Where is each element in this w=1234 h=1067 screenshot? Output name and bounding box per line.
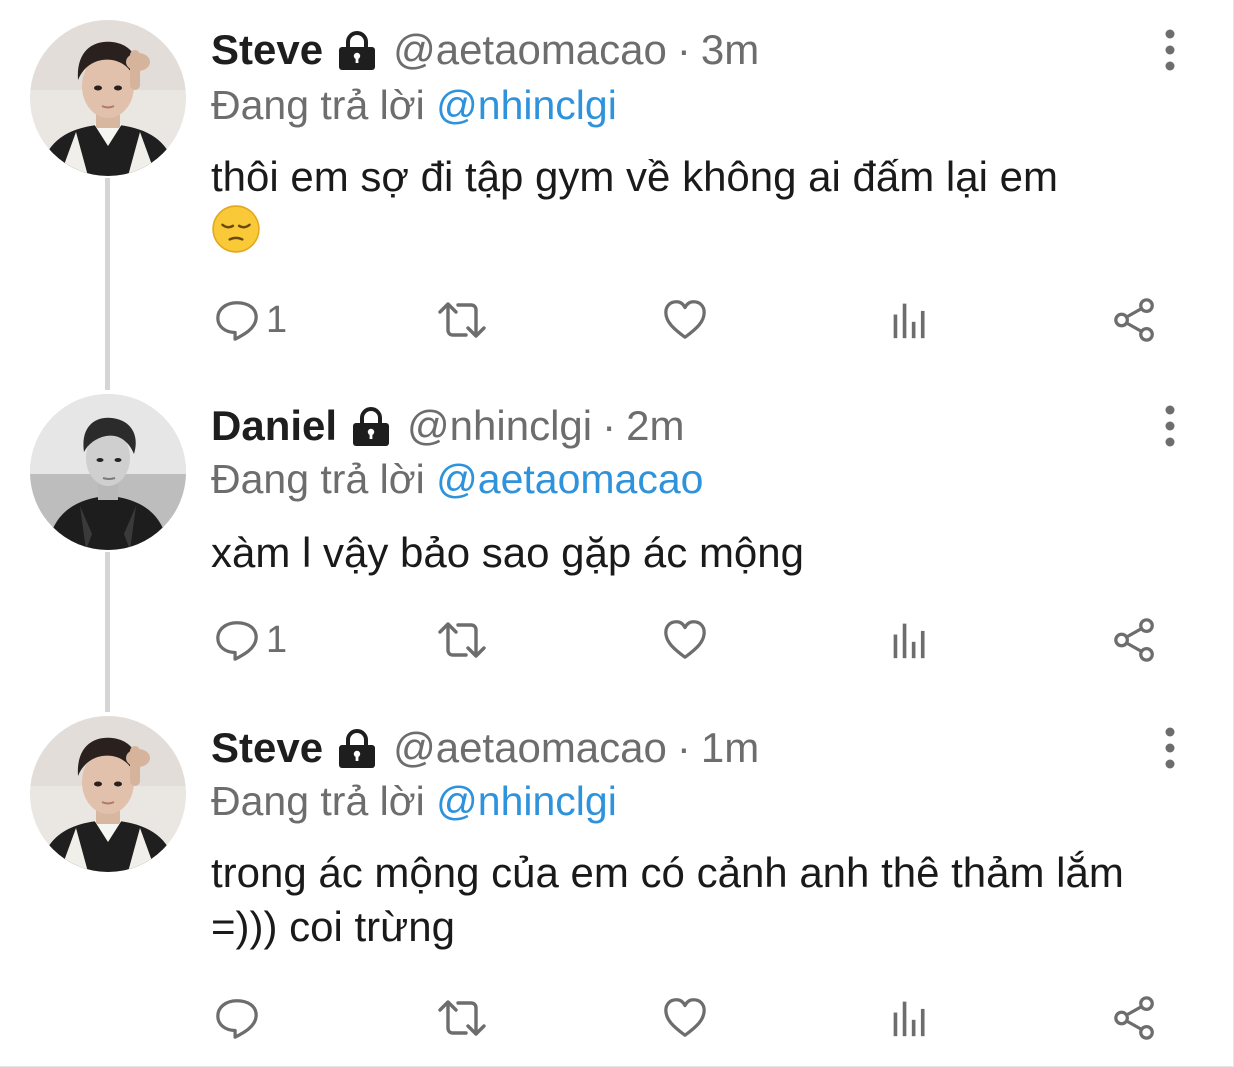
more-vertical-icon[interactable] [1150,402,1190,450]
replying-to-line: Đang trả lời @aetaomacao [211,456,703,503]
reply-to-mention[interactable]: @nhinclgi [436,778,617,824]
tweet-time[interactable]: 2m [626,402,684,450]
separator-dot: · [602,402,617,449]
reply-button[interactable] [214,992,266,1044]
analytics-icon [890,618,930,662]
tweet-time[interactable]: 1m [701,724,759,772]
steve-avatar-image [30,20,186,176]
steve-avatar-image [30,716,186,872]
like-button[interactable] [662,294,708,346]
share-button[interactable] [1112,294,1158,346]
replying-to-line: Đang trả lời @nhinclgi [211,82,617,129]
more-vertical-icon[interactable] [1150,26,1190,74]
lock-icon [349,404,393,448]
display-name[interactable]: Steve [211,724,323,772]
analytics-button[interactable] [890,294,930,346]
more-vertical-icon[interactable] [1150,724,1190,772]
tweet-actions: 1 [0,294,1234,346]
heart-icon [662,297,708,343]
reply-to-mention[interactable]: @aetaomacao [436,456,703,502]
reply-prefix: Đang trả lời [211,82,425,128]
tweet[interactable]: Daniel @nhinclgi · 2m Đang trả lời @aeta… [0,380,1234,710]
tweet-time[interactable]: 3m [701,26,759,74]
reply-prefix: Đang trả lời [211,778,425,824]
separator-dot: · [676,724,691,771]
retweet-icon [434,296,490,344]
display-name[interactable]: Steve [211,26,323,74]
reply-count: 1 [266,298,288,341]
reply-to-mention[interactable]: @nhinclgi [436,82,617,128]
pensive-face-emoji [211,204,261,267]
tweet-header: Daniel @nhinclgi · 2m [211,400,684,452]
user-handle[interactable]: @nhinclgi [407,402,592,450]
heart-icon [662,617,708,663]
retweet-button[interactable] [434,614,490,666]
tweet-actions [0,992,1234,1044]
share-icon [1112,617,1158,663]
daniel-avatar-image [30,394,186,550]
reply-icon [214,617,260,663]
tweet[interactable]: Steve @aetaomacao · 1m Đang trả lời @nhi… [0,700,1234,1066]
reply-icon [214,297,260,343]
tweet-text-content: trong ác mộng của em có cảnh anh thê thả… [211,849,1124,950]
reply-prefix: Đang trả lời [211,456,425,502]
share-icon [1112,995,1158,1041]
display-name[interactable]: Daniel [211,402,337,450]
user-handle[interactable]: @aetaomacao [393,26,667,74]
lock-icon [335,726,379,770]
retweet-button[interactable] [434,294,490,346]
tweet-text-content: xàm l vậy bảo sao gặp ác mộng [211,529,805,576]
tweet-thread: Steve @aetaomacao · 3m Đang trả lời @nhi… [0,0,1234,1067]
avatar[interactable] [30,716,186,872]
reply-button[interactable]: 1 [214,614,287,666]
retweet-icon [434,616,490,664]
tweet-text: thôi em sợ đi tập gym về không ai đấm lạ… [211,150,1171,267]
separator-dot: · [676,26,691,73]
analytics-button[interactable] [890,614,930,666]
tweet-header: Steve @aetaomacao · 3m [211,24,759,76]
analytics-button[interactable] [890,992,930,1044]
replying-to-line: Đang trả lời @nhinclgi [211,778,617,825]
reply-button[interactable]: 1 [214,294,287,346]
user-handle[interactable]: @aetaomacao [393,724,667,772]
tweet-text: trong ác mộng của em có cảnh anh thê thả… [211,846,1171,954]
avatar[interactable] [30,394,186,550]
reply-count: 1 [266,618,288,661]
retweet-button[interactable] [434,992,490,1044]
heart-icon [662,995,708,1041]
like-button[interactable] [662,992,708,1044]
tweet-actions: 1 [0,614,1234,666]
retweet-icon [434,994,490,1042]
reply-icon [214,995,260,1041]
lock-icon [335,28,379,72]
share-icon [1112,297,1158,343]
share-button[interactable] [1112,614,1158,666]
tweet[interactable]: Steve @aetaomacao · 3m Đang trả lời @nhi… [0,0,1234,380]
like-button[interactable] [662,614,708,666]
analytics-icon [890,298,930,342]
analytics-icon [890,996,930,1040]
tweet-text: xàm l vậy bảo sao gặp ác mộng [211,526,1171,580]
tweet-header: Steve @aetaomacao · 1m [211,722,759,774]
avatar[interactable] [30,20,186,176]
tweet-text-content: thôi em sợ đi tập gym về không ai đấm lạ… [211,153,1058,200]
share-button[interactable] [1112,992,1158,1044]
